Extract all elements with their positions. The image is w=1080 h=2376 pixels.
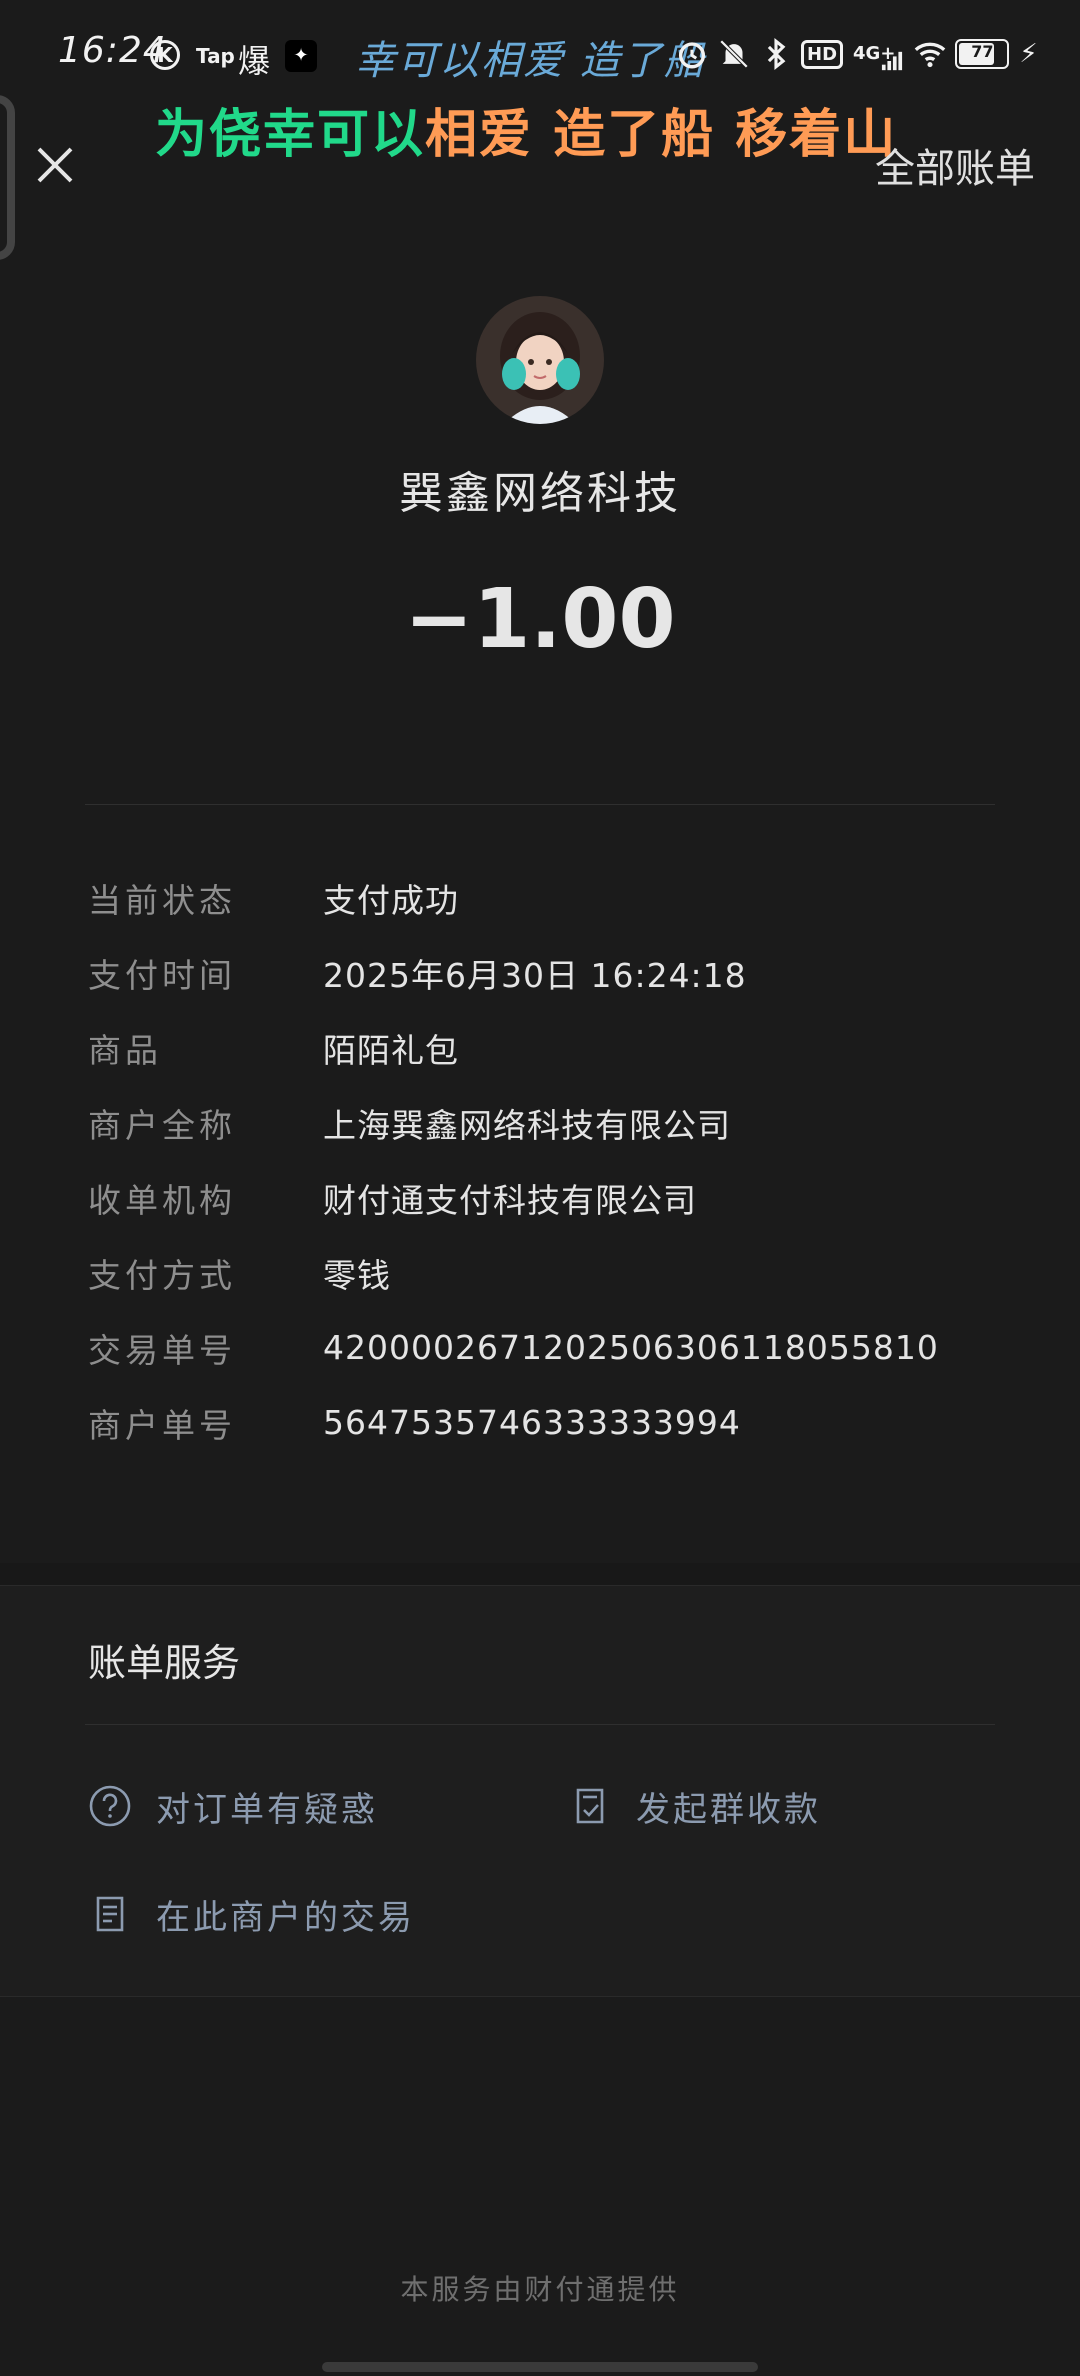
detail-value: 陌陌礼包: [323, 1030, 459, 1070]
detail-value: 零钱: [323, 1255, 391, 1295]
alarm-icon: [678, 42, 706, 69]
detail-row-merchant-full-name: 商户全称 上海巽鑫网络科技有限公司: [88, 1085, 1008, 1160]
battery-icon: 77: [955, 39, 1010, 69]
close-icon[interactable]: [30, 140, 80, 190]
detail-value: 上海巽鑫网络科技有限公司: [323, 1105, 731, 1145]
detail-row-transaction-id: 交易单号 4200002671202506306118055810: [88, 1310, 1008, 1385]
detail-value[interactable]: 4200002671202506306118055810: [323, 1328, 939, 1367]
detail-label: 商品: [88, 1030, 162, 1070]
status-marquee: 幸可以相爱 造了船: [355, 38, 706, 84]
merchant-avatar: [476, 296, 604, 424]
detail-label: 交易单号: [88, 1330, 236, 1370]
bluetooth-icon: [767, 38, 786, 70]
document-icon: [96, 1896, 124, 1932]
mute-bell-icon: [719, 39, 749, 69]
tap-app-icon: Tap: [196, 44, 235, 68]
home-indicator[interactable]: [322, 2362, 758, 2372]
merchant-transactions-link[interactable]: 在此商户的交易: [86, 1884, 415, 1944]
all-bills-link[interactable]: 全部账单: [875, 136, 1035, 194]
order-question-label: 对订单有疑惑: [156, 1789, 378, 1830]
detail-row-acquirer: 收单机构 财付通支付科技有限公司: [88, 1160, 1008, 1235]
detail-value: 2025年6月30日 16:24:18: [323, 955, 747, 995]
footer-provider-text: 本服务由财付通提供: [400, 2273, 680, 2306]
overlay-banner: 为侥幸可以相爱 造了船 移着山: [155, 92, 897, 167]
divider: [85, 1724, 995, 1725]
charging-icon: ⚡: [1019, 39, 1038, 69]
detail-value[interactable]: 5647535746333333994: [323, 1403, 741, 1442]
question-circle-icon: [89, 1785, 131, 1827]
edge-tab[interactable]: [0, 95, 15, 260]
payment-amount: −1.00: [404, 572, 676, 667]
merchant-transactions-label: 在此商户的交易: [156, 1897, 415, 1938]
k-app-icon: K: [150, 40, 180, 70]
wifi-icon: [915, 42, 946, 68]
cellular-signal-icon: [882, 51, 903, 71]
app-notification-icon: ✦: [285, 40, 317, 72]
battery-level: 77: [971, 42, 994, 61]
bill-services-title: 账单服务: [88, 1641, 241, 1685]
detail-row-merchant-order-id: 商户单号 5647535746333333994: [88, 1385, 1008, 1460]
merchant-name: 巽鑫网络科技: [399, 468, 681, 519]
detail-row-pay-time: 支付时间 2025年6月30日 16:24:18: [88, 935, 1008, 1010]
detail-row-product: 商品 陌陌礼包: [88, 1010, 1008, 1085]
detail-label: 支付时间: [88, 955, 236, 995]
detail-row-pay-method: 支付方式 零钱: [88, 1235, 1008, 1310]
detail-row-status: 当前状态 支付成功: [88, 860, 1008, 935]
group-receipt-label: 发起群收款: [636, 1789, 821, 1830]
section-separator: [0, 1563, 1080, 1585]
order-question-link[interactable]: 对订单有疑惑: [86, 1776, 378, 1836]
banner-green-text: 为侥幸可以: [155, 105, 426, 165]
banner-orange-text: 相爱 造了船 移着山: [425, 105, 898, 165]
detail-label: 收单机构: [88, 1180, 236, 1220]
detail-label: 当前状态: [88, 880, 236, 920]
detail-label: 商户全称: [88, 1105, 236, 1145]
group-receipt-icon: [576, 1788, 604, 1824]
status-icons: HD 4G+ 77 ⚡: [675, 34, 1038, 74]
divider: [85, 804, 995, 805]
hd-badge: HD: [801, 39, 844, 69]
group-receipt-link[interactable]: 发起群收款: [566, 1776, 821, 1836]
detail-value: 财付通支付科技有限公司: [323, 1180, 697, 1220]
detail-label: 商户单号: [88, 1405, 236, 1445]
bao-app-icon: 爆: [238, 42, 271, 80]
detail-label: 支付方式: [88, 1255, 236, 1295]
detail-value: 支付成功: [323, 880, 459, 920]
